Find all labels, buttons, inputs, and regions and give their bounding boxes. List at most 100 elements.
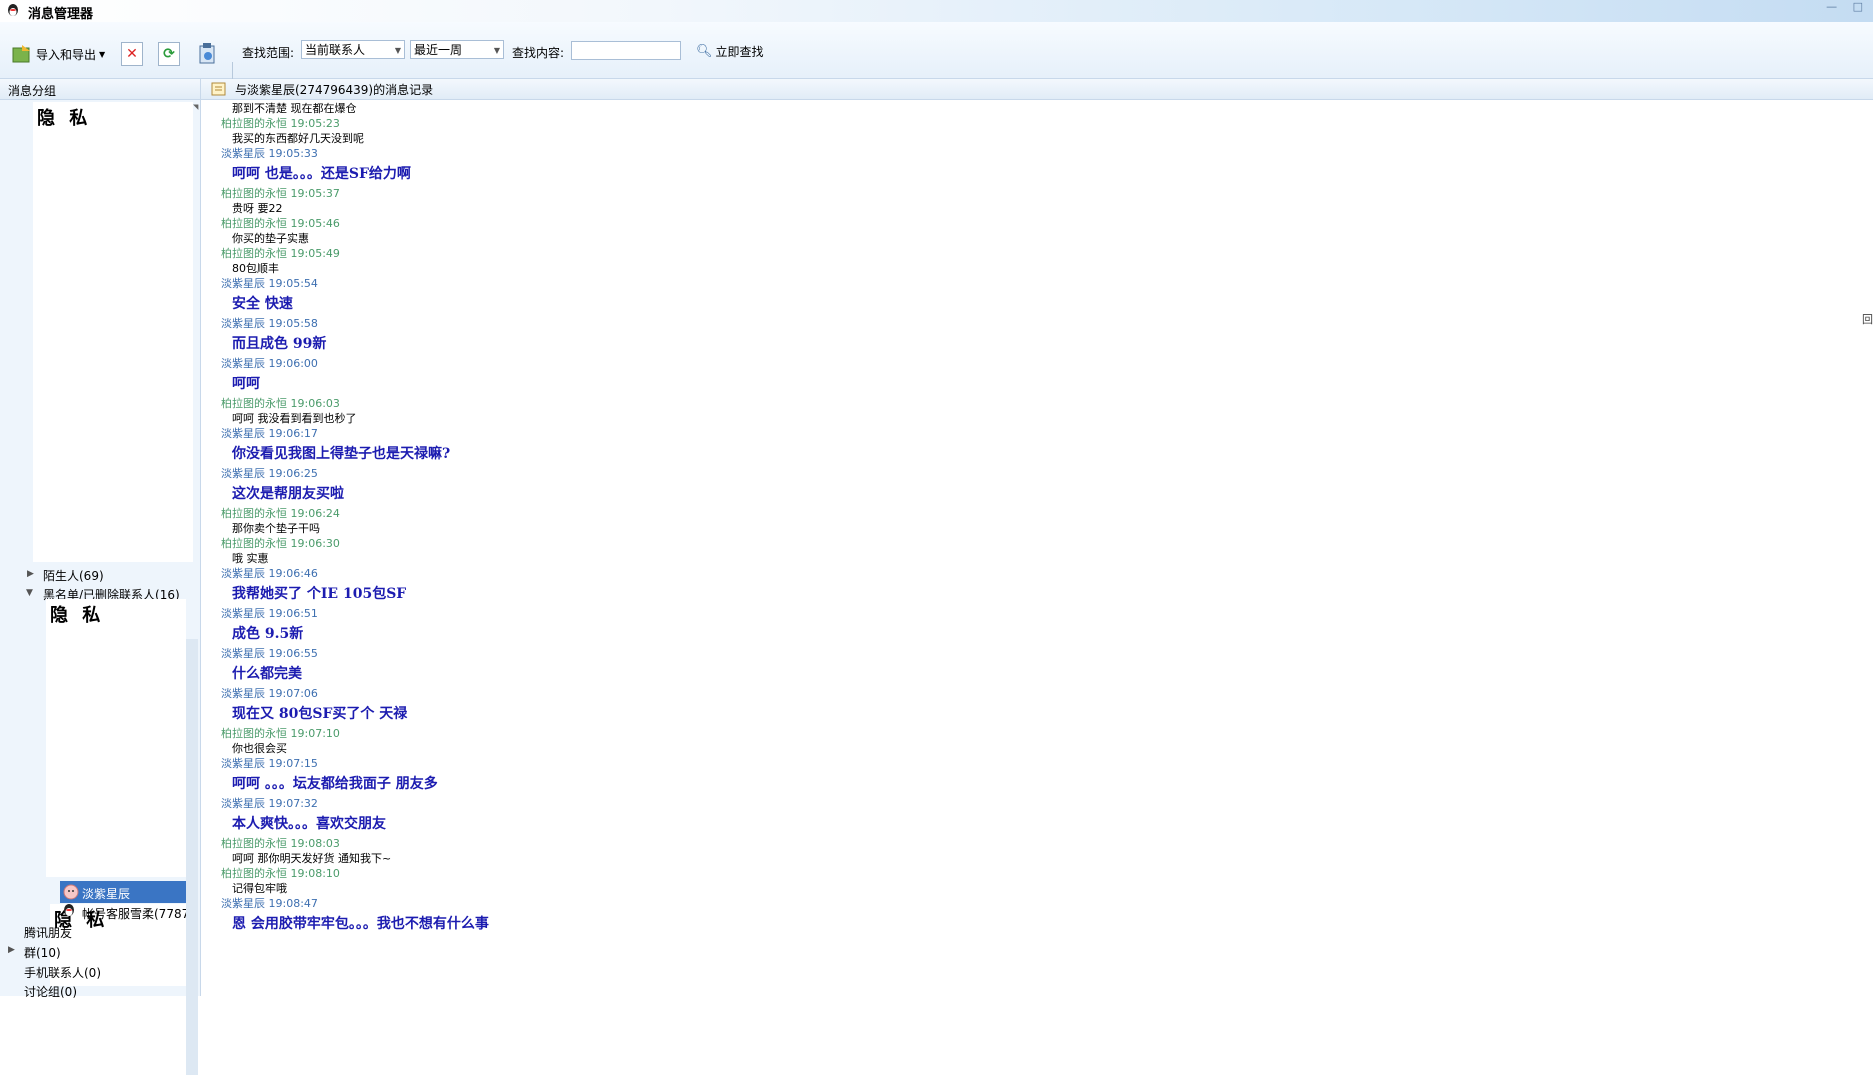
message-header: 柏拉图的永恒 19:05:49 xyxy=(221,247,489,261)
message-panel: 与淡紫星辰(274796439)的消息记录 那到不清楚 现在都在爆仓 柏拉图的永恒… xyxy=(201,79,1873,996)
message-time: 19:05:46 xyxy=(290,217,340,230)
tools-icon xyxy=(196,42,220,66)
message-sender: 淡紫星辰 xyxy=(221,607,265,620)
message-text: 而且成色 99新 xyxy=(232,336,327,352)
search-range-select[interactable]: 当前联系人 ▼ xyxy=(301,40,405,59)
search-now-button[interactable]: 🔍︎ 立即查找 xyxy=(696,40,764,62)
message-sender: 柏拉图的永恒 xyxy=(221,727,287,740)
privacy-mask: 隐 私 xyxy=(33,102,193,562)
message-text: 本人爽快。。。喜欢交朋友 xyxy=(232,816,386,832)
message-time: 19:05:49 xyxy=(290,247,340,260)
message-text: 你没看见我图上得垫子也是天禄嘛? xyxy=(232,446,451,462)
message-time: 19:05:33 xyxy=(268,147,318,160)
period-value: 最近一周 xyxy=(414,43,463,57)
expand-arrow-icon[interactable]: ▶ xyxy=(8,945,15,955)
message-time: 19:06:51 xyxy=(268,607,318,620)
message-sender: 柏拉图的永恒 xyxy=(221,537,287,550)
toolbar: 导入和导出 ▼ ✕ ⟳ 查找范围: 当前联系人 ▼ 最近一周 ▼ 查找内容: 🔍… xyxy=(0,22,1873,84)
message-time: 19:07:32 xyxy=(268,797,318,810)
message-sender: 淡紫星辰 xyxy=(221,147,265,160)
message-time: 19:07:15 xyxy=(268,757,318,770)
message-sender: 淡紫星辰 xyxy=(221,467,265,480)
search-content-label: 查找内容: xyxy=(512,46,565,60)
chevron-down-icon: ▼ xyxy=(394,46,401,55)
message-time: 19:07:10 xyxy=(290,727,340,740)
message-text: 成色 9.5新 xyxy=(232,626,304,642)
message-record-icon xyxy=(211,82,226,96)
message-sender: 柏拉图的永恒 xyxy=(221,867,287,880)
message-sender: 淡紫星辰 xyxy=(221,797,265,810)
message-sender: 淡紫星辰 xyxy=(221,357,265,370)
message-sender: 柏拉图的永恒 xyxy=(221,837,287,850)
tree-item-service-contact[interactable]: 帐号客服雪柔(77873 xyxy=(82,905,197,922)
settings-button[interactable] xyxy=(196,40,220,68)
qq-penguin-icon xyxy=(8,4,18,16)
message-text: 我买的东西都好几天没到呢 xyxy=(232,132,364,145)
message-header: 淡紫星辰 19:07:06 xyxy=(221,687,489,701)
message-panel-header: 与淡紫星辰(274796439)的消息记录 xyxy=(201,79,1873,100)
magnifier-icon: 🔍︎ xyxy=(696,43,713,59)
message-sender: 淡紫星辰 xyxy=(221,567,265,580)
message-sender: 淡紫星辰 xyxy=(221,277,265,290)
chevron-down-icon: ▼ xyxy=(99,49,106,59)
message-header: 淡紫星辰 19:07:15 xyxy=(221,757,489,771)
privacy-label: 隐 私 xyxy=(37,108,92,129)
tree-item-selected-contact[interactable]: 淡紫星辰(274796439 xyxy=(60,881,188,916)
message-text: 呵呵 那你明天发好货 通知我下~ xyxy=(232,852,392,865)
message-header: 柏拉图的永恒 19:05:46 xyxy=(221,217,489,231)
message-text: 恩 会用胶带牢牢包。。。我也不想有什么事 xyxy=(232,916,489,932)
message-header: 淡紫星辰 19:06:00 xyxy=(221,357,489,371)
message-time: 19:06:00 xyxy=(268,357,318,370)
message-sender: 淡紫星辰 xyxy=(221,897,265,910)
message-text: 呵呵 也是。。。还是SF给力啊 xyxy=(232,166,411,182)
message-time: 19:07:06 xyxy=(268,687,318,700)
message-sender: 柏拉图的永恒 xyxy=(221,247,287,260)
refresh-button[interactable]: ⟳ xyxy=(158,40,180,68)
message-sender: 淡紫星辰 xyxy=(221,757,265,770)
delete-icon: ✕ xyxy=(121,42,143,66)
tree-item-strangers[interactable]: 陌生人(69) xyxy=(43,567,104,584)
search-input[interactable] xyxy=(571,41,681,60)
message-header: 柏拉图的永恒 19:05:23 xyxy=(221,117,489,131)
contact-avatar-icon xyxy=(63,884,79,900)
message-header: 柏拉图的永恒 19:07:10 xyxy=(221,727,489,741)
tree-item-discussion[interactable]: 讨论组(0) xyxy=(24,983,77,1000)
collapse-arrow-icon[interactable]: ▼ xyxy=(26,588,33,598)
message-sender: 淡紫星辰 xyxy=(221,647,265,660)
message-time: 19:06:30 xyxy=(290,537,340,550)
message-header: 淡紫星辰 19:06:46 xyxy=(221,567,489,581)
message-header: 淡紫星辰 19:08:47 xyxy=(221,897,489,911)
message-sender: 柏拉图的永恒 xyxy=(221,117,287,130)
message-groups-sidebar: 消息分组 ◥ 隐 私 ▶ 陌生人(69) ▼ 黑名单/已删除联系人(16) 隐 … xyxy=(0,79,201,1075)
message-text: 哦 实惠 xyxy=(232,552,269,565)
message-time: 19:08:10 xyxy=(290,867,340,880)
message-text: 你也很会买 xyxy=(232,742,287,755)
message-header: 柏拉图的永恒 19:06:30 xyxy=(221,537,489,551)
delete-button[interactable]: ✕ xyxy=(121,40,143,68)
scroll-arrow-icon[interactable]: ◥ xyxy=(193,103,198,111)
tree-item-mobile-contacts[interactable]: 手机联系人(0) xyxy=(24,964,101,981)
message-header: 柏拉图的永恒 19:06:24 xyxy=(221,507,489,521)
message-time: 19:05:23 xyxy=(290,117,340,130)
message-list: 那到不清楚 现在都在爆仓 柏拉图的永恒 19:05:23 我买的东西都好几天没到呢淡… xyxy=(221,101,489,937)
message-time: 19:05:54 xyxy=(268,277,318,290)
period-select[interactable]: 最近一周 ▼ xyxy=(410,40,504,59)
window-controls[interactable]: — □ xyxy=(1826,0,1869,13)
message-sender: 淡紫星辰 xyxy=(221,317,265,330)
tree-item-tencent-friends[interactable]: 腾讯朋友 xyxy=(24,924,72,941)
message-text: 贵呀 要22 xyxy=(232,202,283,215)
sidebar-scrollbar[interactable] xyxy=(186,639,198,1075)
message-text: 80包顺丰 xyxy=(232,262,279,275)
message-header: 柏拉图的永恒 19:06:03 xyxy=(221,397,489,411)
message-header: 淡紫星辰 19:06:25 xyxy=(221,467,489,481)
tree-item-groups[interactable]: 群(10) xyxy=(24,944,61,961)
expand-arrow-icon[interactable]: ▶ xyxy=(27,569,34,579)
edge-indicator-icon[interactable]: 回 xyxy=(1862,311,1873,327)
message-text: 安全 快速 xyxy=(232,296,293,312)
message-time: 19:08:03 xyxy=(290,837,340,850)
chevron-down-icon: ▼ xyxy=(493,46,500,55)
import-export-button[interactable]: 导入和导出 ▼ xyxy=(10,40,105,68)
privacy-label: 隐 私 xyxy=(50,605,105,626)
message-text: 那你卖个垫子干吗 xyxy=(232,522,320,535)
message-header: 柏拉图的永恒 19:08:03 xyxy=(221,837,489,851)
